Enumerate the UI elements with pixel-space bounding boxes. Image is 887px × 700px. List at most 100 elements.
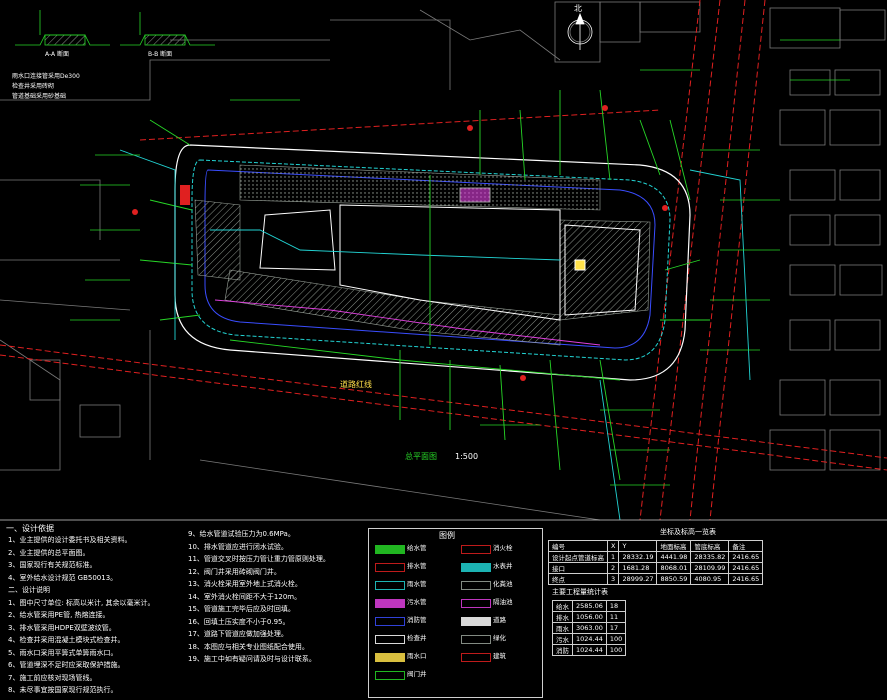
legend-label: 消防管 [407, 616, 427, 624]
legend-swatch [461, 635, 491, 644]
quantity-table: 给水 2585.06 18 排水 1056.00 11 雨水 3063.00 17 污水 1024.… [552, 600, 627, 656]
table-cell: 消防 [552, 644, 573, 656]
note-line: 6、管道埋深不足时应采取保护措施。 [8, 661, 125, 669]
table-row: 接口 2 1681.28 8068.01 28109.99 2416.65 [548, 562, 764, 574]
table-cell: 2 [606, 562, 620, 574]
table-header-row: 编号 X Y 地面标高 管底标高 备注 [548, 540, 764, 552]
table-cell: 3 [606, 573, 620, 585]
legend-swatch [375, 545, 405, 554]
table-cell: 4441.98 [656, 551, 692, 563]
notes-heading: 一、设计依据 [6, 524, 54, 533]
table-cell: 给水 [552, 600, 573, 612]
note-line: 1、图中尺寸单位: 标高以米计, 其余以毫米计。 [8, 598, 155, 607]
table-header-cell: 编号 [548, 540, 608, 552]
legend-label: 阀门井 [407, 670, 427, 678]
top-note-2: 检查井采用砖砌 [12, 83, 55, 90]
note-line: 19、施工中如有疑问请及时与设计联系。 [188, 655, 316, 663]
table-cell: 2585.06 [572, 600, 607, 612]
note-line: 18、本图应与相关专业图纸配合使用。 [188, 642, 309, 651]
note-line: 16、回填土压实度不小于0.95。 [188, 617, 290, 626]
legend-label: 绿化 [493, 634, 506, 642]
note-line: 17、道路下管道应做加强处理。 [188, 630, 288, 638]
legend-label: 消火栓 [493, 544, 513, 552]
legend-panel: 图例 给水管 排水管 雨水管 污水管 消防管 检查井 雨水口 阀门井 消火栓 水表井 化粪池 隔油池道… [368, 528, 543, 698]
note-line: 15、管道施工完毕后应及时回填。 [188, 605, 295, 613]
table-cell: 28109.99 [690, 562, 730, 574]
note-line: 4、室外给水设计规范 GB50013。 [8, 573, 118, 582]
table-cell: 4080.95 [690, 573, 730, 585]
note-line: 9、给水管道试验压力为0.6MPa。 [188, 530, 295, 538]
top-note-1: 雨水口连接管采用De300 [12, 73, 80, 80]
table-cell: 8068.01 [656, 562, 692, 574]
legend-swatch [375, 599, 405, 608]
legend-label: 排水管 [407, 562, 427, 570]
legend-swatch [461, 581, 491, 590]
coord-table-title: 坐标及标高一览表 [660, 528, 716, 536]
note-line: 2、业主提供的总平面图。 [8, 548, 90, 557]
table-cell: 1024.44 [572, 644, 607, 656]
legend-swatch [461, 653, 491, 662]
table-header-cell: 管底标高 [690, 540, 730, 552]
legend-label: 化粪池 [493, 580, 513, 588]
note-line: 7、施工前应核对现场管线。 [8, 673, 97, 682]
table-cell: 11 [605, 611, 627, 623]
table-row: 消防 1024.44 100 [552, 644, 627, 656]
legend-label: 道路 [493, 616, 506, 624]
note-line: 14、室外消火栓间距不大于120m。 [188, 592, 302, 601]
section-details [15, 10, 215, 46]
table-header-cell: 地面标高 [656, 540, 692, 552]
table-cell: 28335.82 [690, 551, 730, 563]
table-cell: 28332.19 [618, 551, 658, 563]
legend-swatch [375, 653, 405, 662]
table-cell: 终点 [548, 573, 608, 585]
table-row: 污水 1024.44 100 [552, 633, 627, 645]
table-cell: 100 [605, 633, 627, 645]
table-row: 排水 1056.00 11 [552, 611, 627, 623]
legend-label: 隔油池 [493, 598, 513, 606]
plan-scale: 1:500 [455, 452, 479, 461]
legend-swatch [375, 635, 405, 644]
table-cell: 1 [606, 551, 620, 563]
table-cell: 2416.65 [728, 573, 764, 585]
note-line: 二、设计说明 [8, 586, 50, 594]
leader-labels [70, 39, 850, 486]
legend-label: 雨水口 [407, 652, 427, 660]
table-header-cell: Y [618, 540, 658, 552]
table-cell: 3063.00 [572, 622, 607, 634]
legend-label: 给水管 [407, 544, 427, 552]
section-a-label: A-A 断面 [45, 51, 70, 58]
table-cell: 1056.00 [572, 611, 607, 623]
note-line: 1、业主提供的设计委托书及相关资料。 [8, 536, 132, 544]
table-cell: 17 [605, 622, 627, 634]
table-cell: 100 [605, 644, 627, 656]
table-cell: 1681.28 [618, 562, 658, 574]
table-row: 给水 2585.06 18 [552, 600, 627, 612]
north-arrow-icon [567, 12, 593, 50]
north-label: 北 [574, 4, 582, 13]
table-cell: 8850.59 [656, 573, 692, 585]
note-line: 10、排水管道应进行闭水试验。 [188, 542, 288, 551]
table-cell: 接口 [548, 562, 608, 574]
note-line: 8、未尽事宜按国家现行规范执行。 [8, 686, 118, 694]
section-b-label: B-B 断面 [148, 51, 173, 58]
legend-swatch [375, 581, 405, 590]
note-line: 2、给水管采用PE管, 热熔连接。 [8, 611, 110, 619]
road-red-lines [0, 0, 887, 521]
table-row: 设计起点管道标高 1 28332.19 4441.98 28335.82 2416.65 [548, 551, 764, 563]
legend-swatch [461, 563, 491, 572]
table-cell: 28999.27 [618, 573, 658, 585]
table-header-cell: 备注 [728, 540, 764, 552]
note-line: 5、雨水口采用平箅式单箅雨水口。 [8, 648, 118, 657]
note-line: 3、排水管采用HDPE双壁波纹管。 [8, 623, 116, 632]
table-header-cell: X [606, 540, 620, 552]
table-row: 终点 3 28999.27 8850.59 4080.95 2416.65 [548, 573, 764, 585]
table-cell: 设计起点管道标高 [548, 551, 608, 563]
table-row: 雨水 3063.00 17 [552, 622, 627, 634]
table-cell: 排水 [552, 611, 573, 623]
road-note: 道路红线 [340, 380, 372, 389]
plan-title: 总平面图 [405, 452, 437, 461]
table-cell: 1024.44 [572, 633, 607, 645]
table-cell: 2416.65 [728, 562, 764, 574]
table-cell: 污水 [552, 633, 573, 645]
legend-swatch [375, 617, 405, 626]
